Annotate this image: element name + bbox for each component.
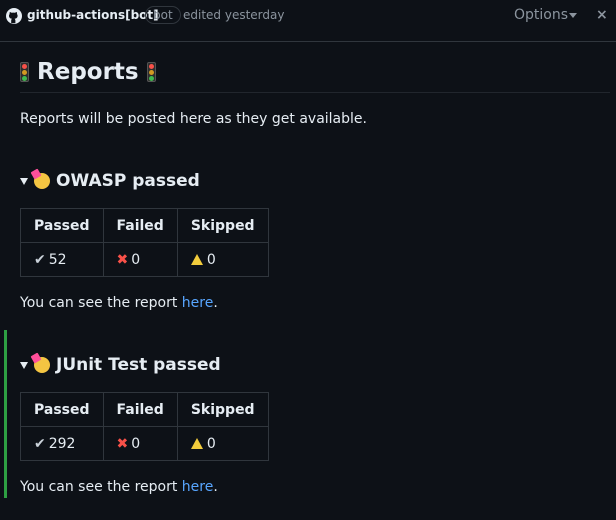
period: . xyxy=(213,479,218,495)
check-icon: ✔ xyxy=(34,435,46,452)
close-icon[interactable]: × xyxy=(596,7,608,23)
cross-icon: ✖ xyxy=(116,251,129,268)
author-link[interactable]: github-actions[bot] xyxy=(27,8,159,22)
options-button[interactable]: Options xyxy=(514,7,568,23)
failed-cell: ✖ 0 xyxy=(102,426,178,461)
skipped-count: 0 xyxy=(206,251,216,268)
column-header-skipped: Skipped xyxy=(176,208,269,243)
passed-cell: ✔ 292 xyxy=(20,426,104,461)
owasp-report-link[interactable]: here xyxy=(182,295,214,311)
junit-summary-label: JUnit Test passed xyxy=(56,355,221,375)
chevron-down-icon[interactable] xyxy=(569,13,577,18)
cross-icon: ✖ xyxy=(116,435,129,452)
edited-status[interactable]: edited yesterday xyxy=(183,8,284,22)
traffic-light-icon xyxy=(20,62,29,82)
page-title: Reports xyxy=(20,57,610,93)
caret-down-icon[interactable] xyxy=(20,361,28,369)
traffic-light-icon xyxy=(146,62,156,82)
skipped-count: 0 xyxy=(206,435,216,452)
failed-count: 0 xyxy=(131,251,141,268)
column-header-failed: Failed xyxy=(102,208,178,243)
caret-down-icon[interactable] xyxy=(20,177,28,185)
warning-icon xyxy=(190,437,203,449)
bot-badge: bot xyxy=(145,6,181,24)
highlight-bar xyxy=(4,330,7,498)
intro-text: Reports will be posted here as they get … xyxy=(20,111,367,127)
column-header-passed: Passed xyxy=(20,208,104,243)
period: . xyxy=(213,295,218,311)
check-icon: ✔ xyxy=(34,251,46,268)
owasp-report-note: You can see the report here. xyxy=(20,295,218,311)
junit-summary-toggle[interactable]: JUnit Test passed xyxy=(20,354,221,376)
owasp-results-table: Passed Failed Skipped ✔ 52 ✖ 0 0 xyxy=(20,208,269,277)
junit-report-note: You can see the report here. xyxy=(20,479,218,495)
passed-count: 292 xyxy=(48,435,76,452)
junit-results-table: Passed Failed Skipped ✔ 292 ✖ 0 0 xyxy=(20,392,269,461)
party-face-icon xyxy=(34,173,50,189)
report-note-text: You can see the report xyxy=(20,295,182,311)
column-header-skipped: Skipped xyxy=(176,392,269,427)
passed-cell: ✔ 52 xyxy=(20,242,104,277)
warning-icon xyxy=(190,253,203,265)
owasp-summary-label: OWASP passed xyxy=(56,171,200,191)
column-header-failed: Failed xyxy=(102,392,178,427)
github-logo-icon[interactable] xyxy=(6,8,22,24)
page-title-text: Reports xyxy=(37,59,139,85)
skipped-cell: 0 xyxy=(176,242,269,277)
failed-cell: ✖ 0 xyxy=(102,242,178,277)
passed-count: 52 xyxy=(48,251,67,268)
report-note-text: You can see the report xyxy=(20,479,182,495)
owasp-summary-toggle[interactable]: OWASP passed xyxy=(20,170,200,192)
junit-report-link[interactable]: here xyxy=(182,479,214,495)
table-row: ✔ 52 ✖ 0 0 xyxy=(20,242,269,277)
party-face-icon xyxy=(34,357,50,373)
skipped-cell: 0 xyxy=(176,426,269,461)
table-row: ✔ 292 ✖ 0 0 xyxy=(20,426,269,461)
failed-count: 0 xyxy=(131,435,141,452)
comment-header: github-actions[bot] bot edited yesterday… xyxy=(0,0,616,42)
column-header-passed: Passed xyxy=(20,392,104,427)
